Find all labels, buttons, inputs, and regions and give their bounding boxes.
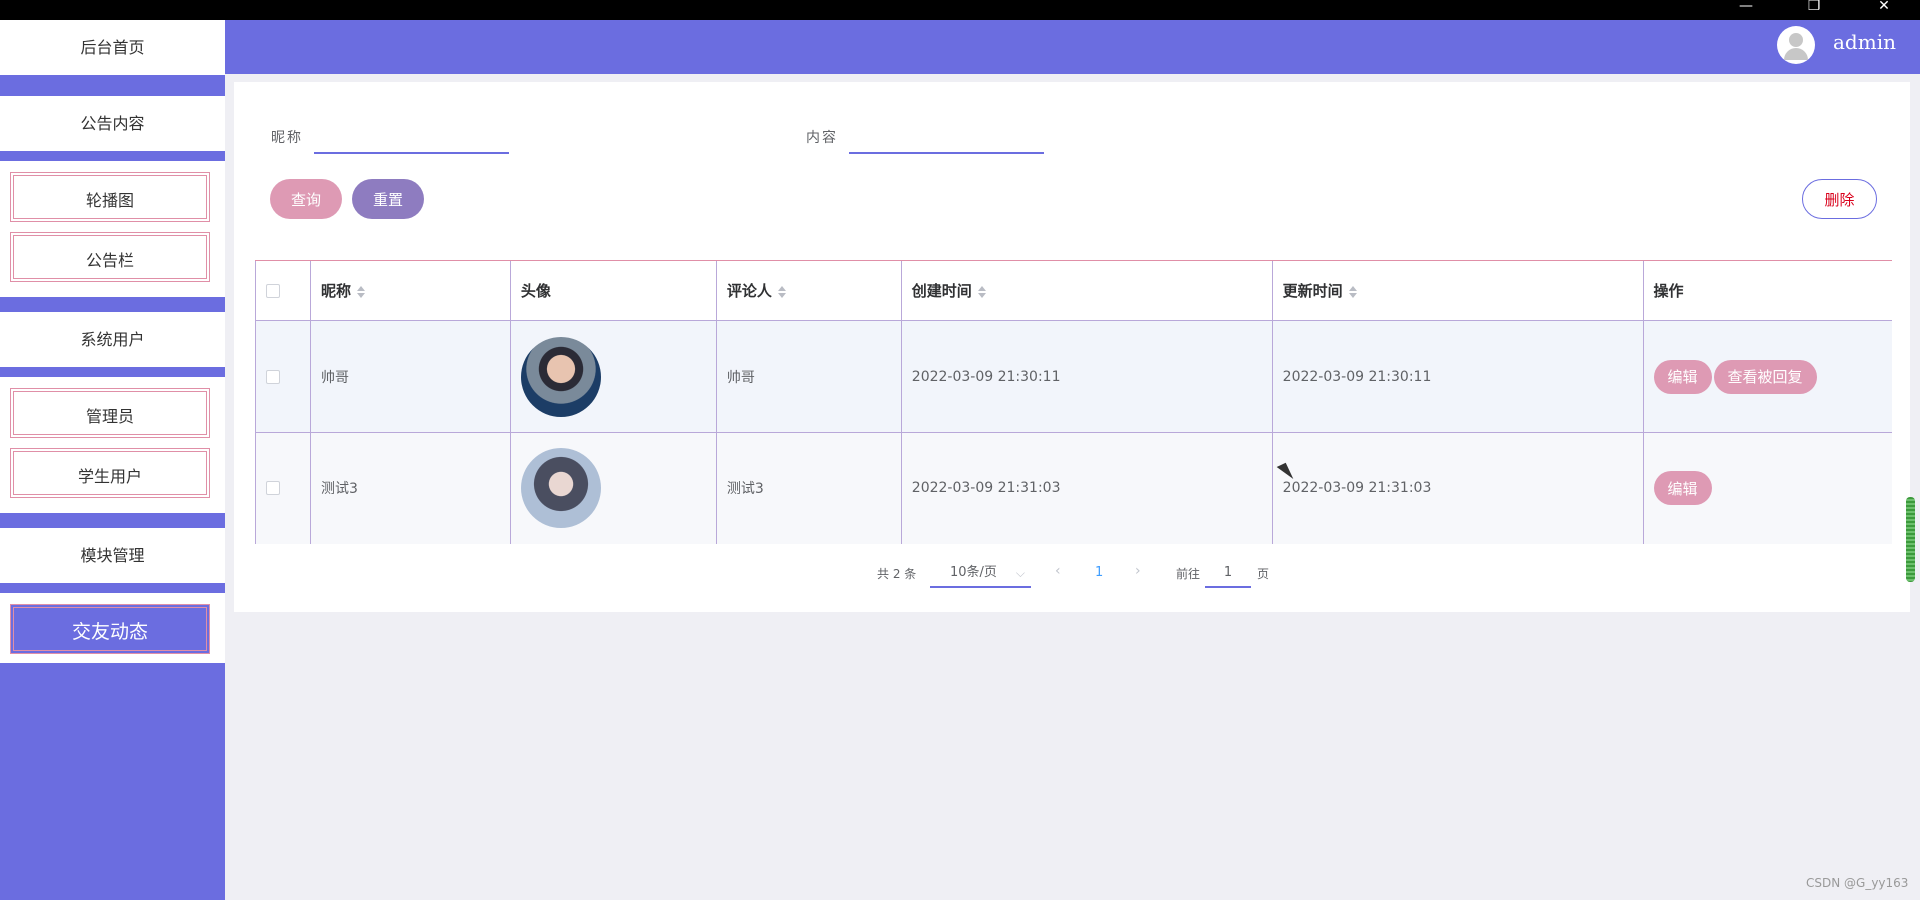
avatar-cell [509, 432, 717, 544]
table-row: 帅哥 帅哥 2022-03-09 21:30:11 2022-03-09 21:… [255, 320, 1892, 433]
column-created-label: 创建时间 [911, 282, 972, 300]
column-commenter-label: 评论人 [726, 282, 772, 300]
avatar-head [1789, 33, 1803, 47]
prev-page-icon[interactable]: ‹ [1055, 563, 1061, 579]
sidebar-item-carousel[interactable]: 轮播图 [10, 172, 210, 222]
top-header [225, 20, 1920, 74]
column-actions-label: 操作 [1653, 282, 1684, 300]
query-button[interactable]: 查询 [270, 179, 342, 219]
avatar-body [1784, 48, 1808, 60]
sidebar-item-bulletin[interactable]: 公告栏 [10, 232, 210, 282]
sidebar-item-social-feed[interactable]: 交友动态 [10, 604, 210, 654]
row-select-cell [255, 432, 311, 544]
window-title-bar: — ❐ ✕ [0, 0, 1920, 20]
commenter-cell: 帅哥 [715, 320, 902, 433]
sidebar-submenu-announcements: 轮播图 公告栏 [0, 161, 225, 297]
avatar-cell [509, 320, 717, 433]
column-nickname-label: 昵称 [320, 282, 351, 300]
sidebar-submenu-modules: 交友动态 [0, 593, 225, 663]
nickname-input[interactable] [314, 124, 509, 154]
sidebar: 后台首页 公告内容 轮播图 公告栏 系统用户 管理员 学生用户 模块管理 交友动… [0, 20, 225, 900]
created-cell: 2022-03-09 21:30:11 [900, 320, 1273, 433]
row-checkbox[interactable] [266, 369, 280, 384]
user-photo [520, 336, 601, 417]
edit-button[interactable]: 编辑 [1653, 471, 1712, 506]
goto-page-input[interactable]: 1 [1205, 558, 1251, 588]
column-avatar: 头像 [509, 260, 717, 321]
nickname-cell: 测试3 [309, 432, 511, 544]
chevron-down-icon: ⌵ [1015, 566, 1025, 580]
column-actions: 操作 [1642, 260, 1892, 321]
commenter-cell: 测试3 [715, 432, 902, 544]
nickname-cell: 帅哥 [309, 320, 511, 433]
minimize-icon[interactable]: — [1716, 0, 1776, 20]
page-size-select[interactable]: 10条/页 ⌵ [930, 558, 1031, 588]
sort-icon[interactable] [777, 285, 786, 298]
user-photo [520, 448, 601, 529]
sidebar-group-announcements[interactable]: 公告内容 [0, 96, 225, 151]
column-avatar-label: 头像 [520, 282, 551, 300]
nickname-label: 昵称 [271, 130, 303, 146]
row-checkbox[interactable] [266, 481, 280, 496]
sidebar-submenu-users: 管理员 学生用户 [0, 377, 225, 513]
page-number-current[interactable]: 1 [1095, 565, 1103, 580]
content-label: 内容 [806, 130, 838, 146]
scrollbar-thumb[interactable] [1906, 497, 1915, 582]
sidebar-item-admins[interactable]: 管理员 [10, 388, 210, 438]
table-header-row: 昵称 头像 评论人 创建时间 更新时间 操作 [255, 260, 1892, 321]
maximize-icon[interactable]: ❐ [1784, 0, 1844, 20]
sidebar-item-students[interactable]: 学生用户 [10, 448, 210, 498]
user-avatar-icon[interactable] [1777, 26, 1815, 64]
watermark: CSDN @G_yy163 [1806, 876, 1909, 890]
column-commenter[interactable]: 评论人 [715, 260, 902, 321]
column-updated[interactable]: 更新时间 [1271, 260, 1644, 321]
pagination-total: 共 2 条 [877, 567, 917, 581]
table-row: 测试3 测试3 2022-03-09 21:31:03 2022-03-09 2… [255, 432, 1892, 544]
column-updated-label: 更新时间 [1282, 282, 1343, 300]
select-all-cell [255, 260, 311, 321]
username[interactable]: admin [1833, 30, 1896, 54]
delete-button[interactable]: 删除 [1802, 179, 1877, 219]
reset-button[interactable]: 重置 [352, 179, 424, 219]
close-icon[interactable]: ✕ [1854, 0, 1914, 20]
actions-cell: 编辑 [1642, 432, 1892, 544]
edit-button[interactable]: 编辑 [1653, 359, 1712, 394]
sort-icon[interactable] [357, 285, 365, 298]
page-size-value: 10条/页 [950, 565, 997, 580]
content-input[interactable] [849, 124, 1044, 154]
sort-icon[interactable] [977, 285, 986, 298]
select-all-checkbox[interactable] [266, 284, 280, 298]
sidebar-item-home[interactable]: 后台首页 [0, 20, 225, 75]
updated-cell: 2022-03-09 21:30:11 [1271, 320, 1644, 433]
sidebar-group-system-users[interactable]: 系统用户 [0, 312, 225, 367]
created-cell: 2022-03-09 21:31:03 [900, 432, 1273, 544]
actions-cell: 编辑 查看被回复 [1642, 320, 1892, 433]
sidebar-group-modules[interactable]: 模块管理 [0, 528, 225, 583]
view-reply-button[interactable]: 查看被回复 [1713, 359, 1817, 394]
row-select-cell [255, 320, 311, 433]
data-table: 昵称 头像 评论人 创建时间 更新时间 操作 帅哥 帅哥 2022-03-09 … [255, 260, 1892, 544]
goto-label: 前往 [1176, 567, 1201, 581]
column-nickname[interactable]: 昵称 [309, 260, 511, 321]
sort-icon[interactable] [1348, 285, 1357, 298]
column-created[interactable]: 创建时间 [900, 260, 1273, 321]
page-suffix-label: 页 [1257, 567, 1270, 581]
next-page-icon[interactable]: › [1135, 563, 1141, 579]
updated-cell: 2022-03-09 21:31:03 [1271, 432, 1644, 544]
